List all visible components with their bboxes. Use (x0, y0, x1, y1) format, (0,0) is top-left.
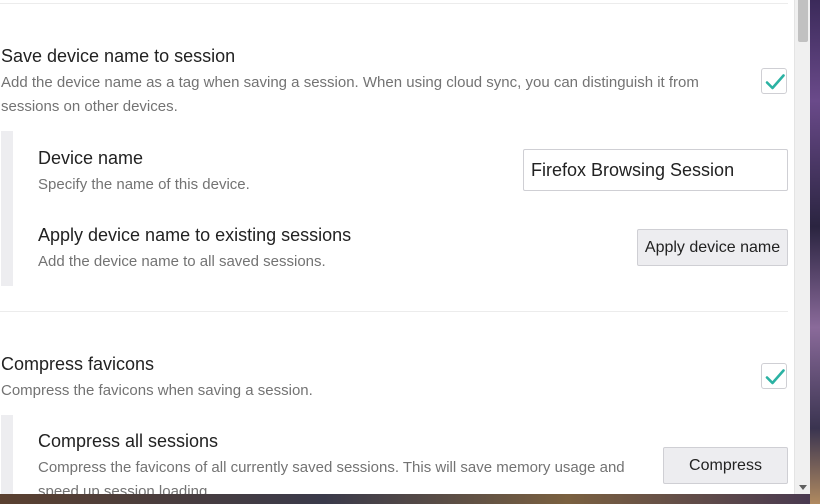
compress-all-title: Compress all sessions (38, 431, 219, 451)
section-divider (0, 311, 788, 312)
apply-device-name-description: Add the device name to all saved session… (38, 253, 326, 270)
compress-favicons-description: Compress the favicons when saving a sess… (1, 382, 313, 399)
indent-bar (1, 131, 13, 286)
scrollbar-thumb[interactable] (798, 0, 808, 42)
device-name-description: Specify the name of this device. (38, 176, 250, 193)
apply-device-name-button[interactable]: Apply device name (637, 229, 788, 266)
indent-bar (1, 415, 13, 494)
compress-button[interactable]: Compress (663, 447, 788, 484)
desktop-background-edge (810, 0, 820, 504)
section-divider (0, 3, 788, 4)
compress-favicons-title: Compress favicons (1, 354, 155, 374)
chevron-down-icon[interactable] (799, 485, 807, 490)
device-name-input[interactable]: Firefox Browsing Session (523, 149, 788, 191)
device-name-title: Device name (38, 148, 144, 168)
compress-all-description: Compress the favicons of all currently s… (38, 459, 625, 494)
save-device-name-title: Save device name to session (1, 46, 236, 66)
save-device-name-checkbox[interactable] (761, 68, 787, 94)
checkmark-icon (765, 369, 785, 385)
save-device-name-description: Add the device name as a tag when saving… (1, 74, 699, 115)
settings-panel: Save device name to session Add the devi… (0, 0, 794, 494)
checkmark-icon (765, 74, 785, 90)
desktop-background-bottom (0, 494, 810, 504)
apply-device-name-title: Apply device name to existing sessions (38, 225, 352, 245)
vertical-scrollbar[interactable] (794, 0, 810, 494)
compress-favicons-checkbox[interactable] (761, 363, 787, 389)
